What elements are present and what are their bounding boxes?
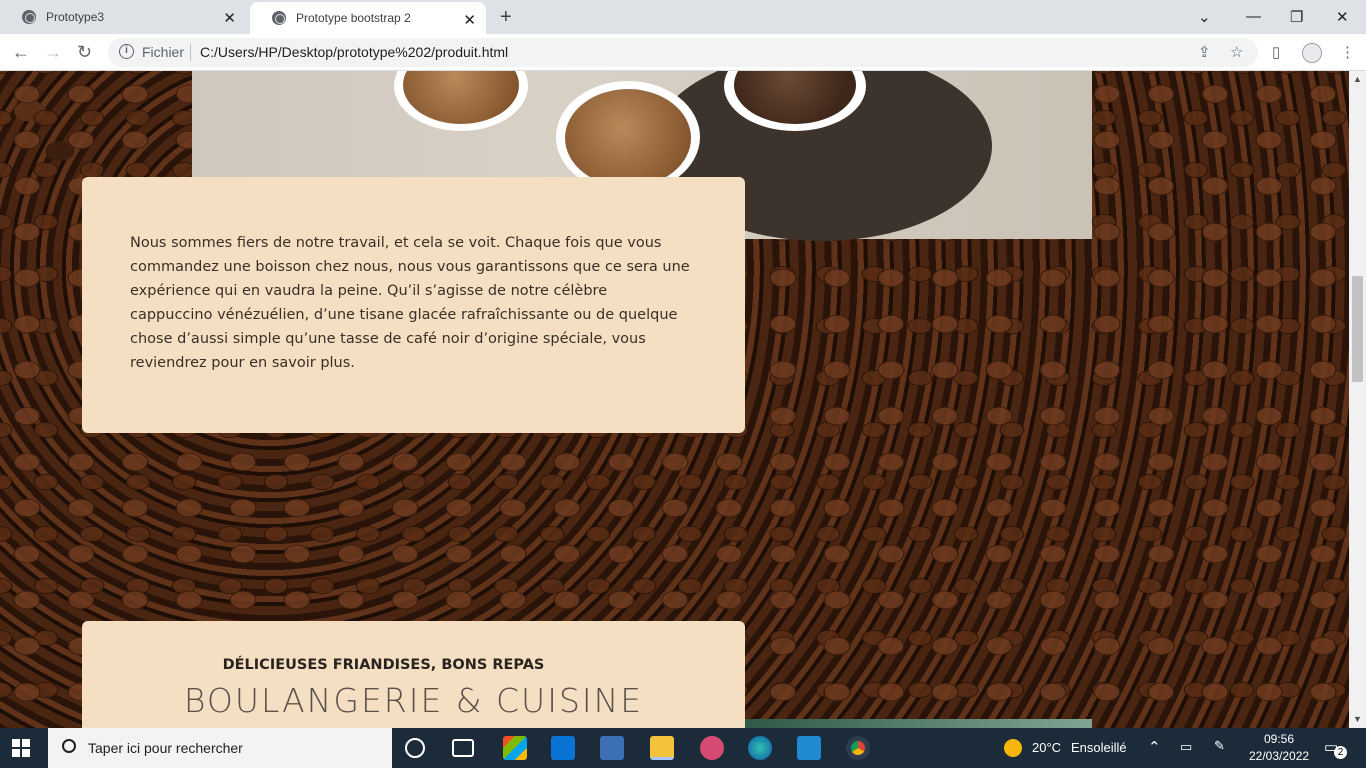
chevron-up-icon[interactable]: ⌃: [1148, 738, 1161, 756]
toolbar: ← → ↻ i Fichier C:/Users/HP/Desktop/prot…: [0, 34, 1366, 71]
weather-description[interactable]: Ensoleillé: [1071, 740, 1127, 755]
close-window-button[interactable]: ✕: [1336, 8, 1349, 26]
tab-title: Prototype3: [46, 10, 105, 24]
share-icon[interactable]: ⇪: [1198, 43, 1211, 61]
restore-button[interactable]: ❐: [1290, 8, 1303, 26]
coffee-cup: [394, 71, 528, 131]
tab-title: Prototype bootstrap 2: [296, 11, 411, 25]
search-placeholder: Taper ici pour rechercher: [88, 740, 243, 756]
chrome-icon[interactable]: [846, 736, 870, 760]
battery-icon[interactable]: ▭: [1180, 739, 1192, 755]
paint-icon[interactable]: [700, 736, 724, 760]
page-viewport: Nous sommes fiers de notre travail, et c…: [0, 71, 1349, 728]
globe-icon: [22, 10, 36, 24]
section-title: BOULANGERIE & CUISINE: [183, 681, 644, 720]
windows-taskbar: Taper ici pour rechercher 20°C Ensoleill…: [0, 728, 1366, 768]
intro-card: Nous sommes fiers de notre travail, et c…: [82, 177, 745, 433]
weather-sun-icon: [1004, 739, 1022, 757]
clock-date[interactable]: 22/03/2022: [1249, 749, 1309, 763]
close-tab-icon[interactable]: ✕: [223, 9, 236, 27]
tab-prototype3[interactable]: Prototype3 ✕: [0, 0, 246, 34]
close-tab-icon[interactable]: ✕: [463, 11, 476, 29]
task-view-icon[interactable]: [452, 739, 474, 757]
divider: [190, 44, 191, 61]
section-subtitle: DÉLICIEUSES FRIANDISES, BONS REPAS: [222, 657, 545, 673]
url-text[interactable]: C:/Users/HP/Desktop/prototype%202/produi…: [200, 44, 508, 60]
reload-icon[interactable]: ↻: [77, 42, 92, 63]
new-tab-button[interactable]: +: [500, 6, 512, 29]
edge-icon[interactable]: [748, 736, 772, 760]
file-explorer-icon[interactable]: [650, 736, 674, 760]
mail-icon[interactable]: [551, 736, 575, 760]
scroll-up-arrow-icon[interactable]: ▲: [1353, 74, 1362, 84]
info-icon[interactable]: i: [119, 44, 134, 59]
side-panel-icon[interactable]: ▯: [1272, 43, 1280, 61]
cortana-icon[interactable]: [405, 738, 425, 758]
search-icon: [62, 739, 76, 753]
control-panel-icon[interactable]: [600, 736, 624, 760]
page-scrollbar[interactable]: ▲ ▼: [1349, 71, 1366, 728]
store-icon[interactable]: [503, 736, 527, 760]
notification-count: 2: [1334, 746, 1347, 759]
back-arrow-icon[interactable]: ←: [12, 42, 30, 63]
intro-paragraph: Nous sommes fiers de notre travail, et c…: [130, 235, 690, 371]
bakery-card: DÉLICIEUSES FRIANDISES, BONS REPAS BOULA…: [82, 621, 745, 728]
scheme-label: Fichier: [142, 44, 185, 60]
menu-dots-icon[interactable]: ⋮: [1340, 43, 1355, 61]
forward-arrow-icon[interactable]: →: [44, 42, 62, 63]
globe-icon: [272, 11, 286, 25]
weather-temperature[interactable]: 20°C: [1032, 740, 1061, 755]
scroll-thumb[interactable]: [1352, 276, 1363, 382]
scroll-down-arrow-icon[interactable]: ▼: [1353, 714, 1362, 724]
tab-strip: Prototype3 ✕ Prototype bootstrap 2 ✕ + ⌄…: [0, 0, 1366, 34]
vscode-icon[interactable]: [797, 736, 821, 760]
windows-start-icon[interactable]: [12, 739, 30, 757]
profile-avatar[interactable]: [1302, 43, 1322, 63]
star-icon[interactable]: ☆: [1230, 43, 1243, 61]
address-bar[interactable]: i Fichier C:/Users/HP/Desktop/prototype%…: [108, 38, 1258, 67]
clock-time[interactable]: 09:56: [1264, 732, 1294, 746]
tab-search-chevron-icon[interactable]: ⌄: [1198, 8, 1211, 26]
bakery-image: [745, 719, 1092, 728]
pen-icon[interactable]: ✎: [1214, 738, 1225, 754]
tab-prototype-bootstrap-2[interactable]: Prototype bootstrap 2 ✕: [250, 2, 486, 34]
taskbar-search-box[interactable]: Taper ici pour rechercher: [48, 728, 392, 768]
minimize-button[interactable]: —: [1246, 8, 1261, 25]
